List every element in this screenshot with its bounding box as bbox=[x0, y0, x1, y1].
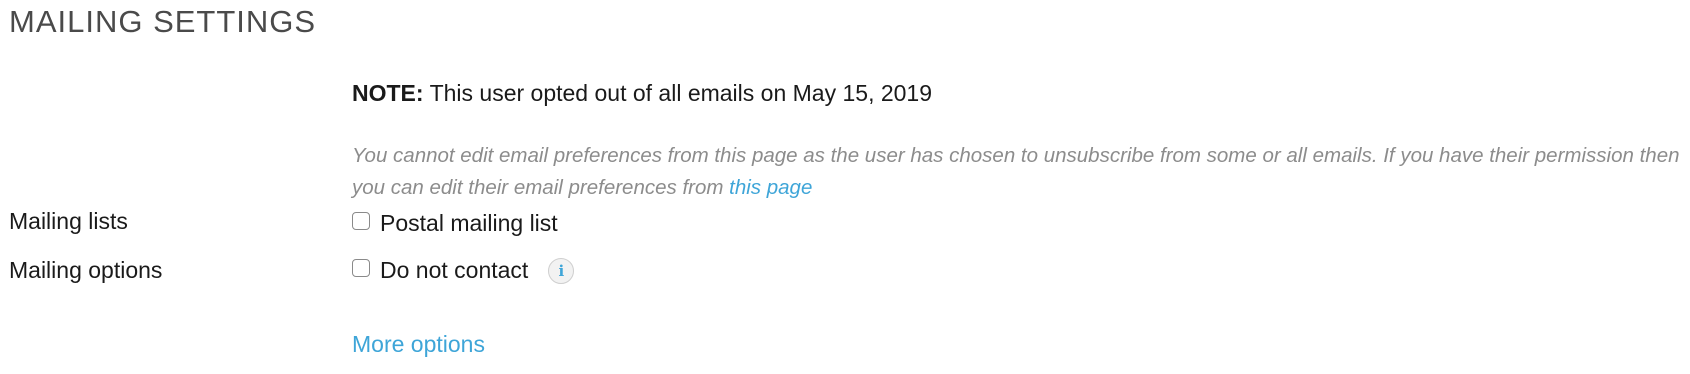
note-label: NOTE: bbox=[352, 80, 424, 106]
do-not-contact-option[interactable]: Do not contact i bbox=[352, 257, 575, 284]
edit-restriction-help-text: You cannot edit email preferences from t… bbox=[352, 140, 1687, 204]
do-not-contact-label[interactable]: Do not contact bbox=[380, 257, 528, 284]
this-page-link[interactable]: this page bbox=[729, 176, 812, 199]
mailing-lists-label: Mailing lists bbox=[9, 208, 128, 234]
postal-mailing-list-checkbox[interactable] bbox=[352, 211, 370, 230]
do-not-contact-checkbox[interactable] bbox=[352, 258, 370, 277]
postal-mailing-list-label[interactable]: Postal mailing list bbox=[380, 210, 558, 237]
more-options-link[interactable]: More options bbox=[352, 331, 485, 358]
info-icon[interactable]: i bbox=[548, 257, 575, 284]
postal-mailing-list-option[interactable]: Postal mailing list bbox=[352, 210, 558, 237]
mailing-options-label: Mailing options bbox=[9, 257, 163, 283]
section-title: MAILING SETTINGS bbox=[9, 4, 317, 39]
opt-out-note: NOTE: This user opted out of all emails o… bbox=[352, 80, 932, 107]
help-text-body: You cannot edit email preferences from t… bbox=[352, 144, 1680, 199]
note-text: This user opted out of all emails on May… bbox=[429, 80, 933, 106]
